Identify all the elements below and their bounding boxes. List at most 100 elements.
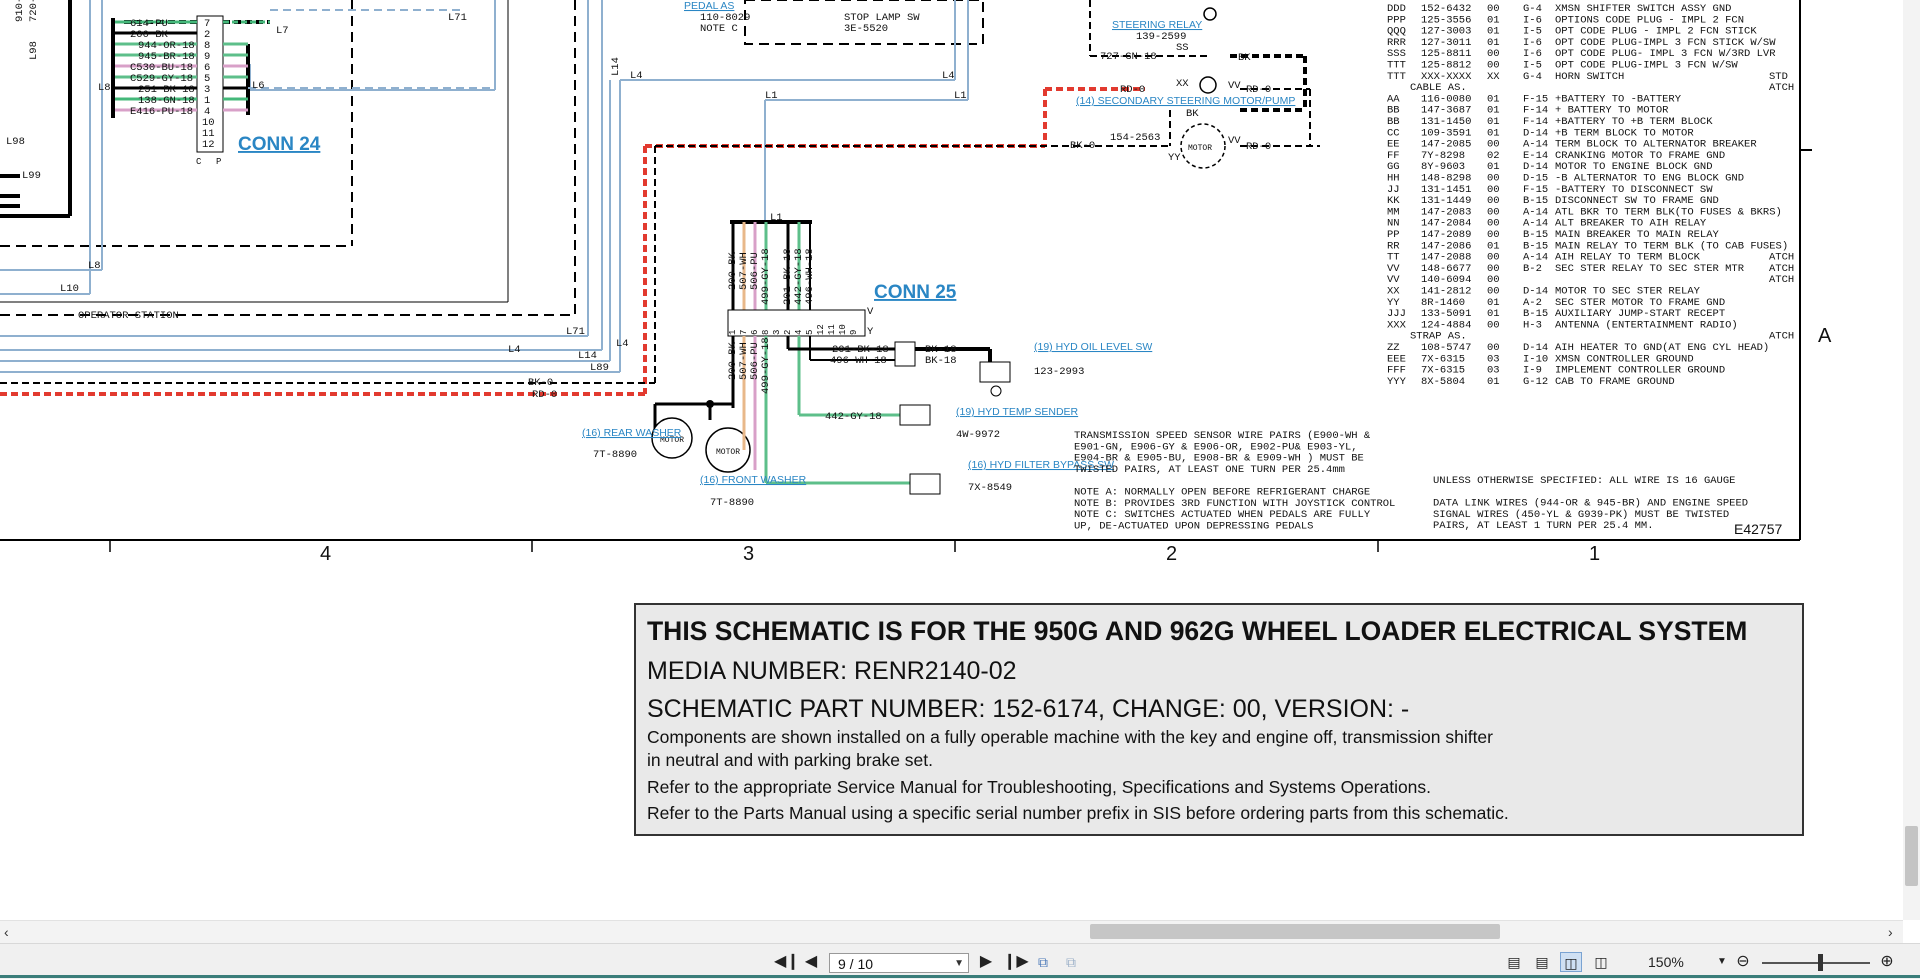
operator-station-label: OPERATOR STATION [78,310,179,322]
parts-table-cell: I-6 [1523,37,1542,49]
top-wire-label: 720- [28,0,40,22]
parts-table-cell: EE [1387,139,1400,151]
parts-table-cell: AUXILIARY JUMP-START RECEPT [1555,308,1725,320]
page-number-input[interactable]: 9 / 10 ▼ [829,953,969,973]
scroll-left-icon[interactable]: ‹ [4,925,9,939]
vertical-scrollbar-thumb[interactable] [1905,826,1918,886]
parts-table-cell: 131-1449 [1421,195,1471,207]
conn25-pin: 8 [761,330,771,335]
horizontal-scrollbar[interactable] [0,920,1903,943]
zoom-dropdown-icon[interactable]: ▼ [1716,952,1728,972]
conn25-out-wire: 442-GY-18 [825,411,882,423]
zoom-in-icon[interactable]: ⊕ [1876,952,1898,972]
line-label: L1 [770,212,783,224]
line-label: L4 [942,70,955,82]
two-page-continuous-icon[interactable]: ◫ [1590,952,1612,972]
parts-table-cell: 01 [1487,105,1500,117]
parts-table-cell: STD [1769,71,1788,83]
parts-table-cell: 108-5747 [1421,342,1471,354]
wire-label: SS [1176,42,1189,54]
parts-table-cell: 01 [1487,240,1500,252]
component-link-hyd-temp[interactable]: (19) HYD TEMP SENDER [956,406,1079,418]
zoom-slider-handle[interactable] [1818,954,1823,971]
component-link-steering-relay[interactable]: STEERING RELAY [1112,19,1202,31]
parts-table-cell: FF [1387,150,1400,162]
first-page-icon[interactable]: ◀❙ [774,952,800,972]
next-page-icon[interactable]: ▶ [977,952,995,972]
parts-table-cell: A-14 [1523,218,1548,230]
last-page-icon[interactable]: ❙▶ [1003,952,1029,972]
page-view-icon[interactable]: ⧉ [1032,952,1054,972]
conn25-pin: 9 [849,330,859,335]
page-view-alt-icon[interactable]: ⧉ [1060,952,1082,972]
component-link-hyd-oil-level[interactable]: (19) HYD OIL LEVEL SW [1034,341,1152,353]
single-page-icon[interactable]: ▤ [1504,952,1524,972]
prev-page-icon[interactable]: ◀ [802,952,820,972]
note-line: NOTE A: NORMALLY OPEN BEFORE REFRIGERANT… [1074,487,1370,499]
parts-table-cell: HH [1387,173,1400,185]
component-link-secondary-steering[interactable]: (14) SECONDARY STEERING MOTOR/PUMP [1076,95,1295,107]
parts-table-cell: SEC STER RELAY TO SEC STER MTR [1555,263,1745,275]
component-link-rear-washer[interactable]: (16) REAR WASHER [582,427,682,439]
parts-table-cell: TT [1387,252,1400,264]
parts-table-cell: MOTOR TO SEC STER RELAY [1555,286,1701,298]
parts-table-cell: I-10 [1523,353,1548,365]
parts-table-cell: FFF [1387,365,1406,377]
zoom-out-icon[interactable]: ⊖ [1732,952,1754,972]
scroll-right-icon[interactable]: › [1888,925,1893,939]
parts-table-cell: ALT BREAKER TO AIH RELAY [1555,218,1707,230]
wire-label: VV [1228,80,1241,92]
conn25-pin: 2 [783,330,793,335]
note-line: NOTE B: PROVIDES 3RD FUNCTION WITH JOYST… [1074,498,1395,510]
two-page-icon[interactable]: ◫ [1560,952,1582,972]
component-link-front-washer[interactable]: (16) FRONT WASHER [700,474,807,486]
conn25-title[interactable]: CONN 25 [874,282,957,303]
info-line: Refer to the Parts Manual using a specif… [647,803,1509,823]
component-part: 7T-8890 [710,497,754,509]
parts-table-cell: CC [1387,127,1400,139]
parts-table-cell: OPTIONS CODE PLUG - IMPL 2 FCN [1555,14,1744,26]
document-viewport[interactable]: 910- 720- L98 614-PU 200-BK 944-OR-18 94… [0,0,1903,920]
parts-table-cell: 140-6094 [1421,274,1471,286]
parts-table-cell: 01 [1487,14,1500,26]
parts-table-cell: A-2 [1523,297,1542,309]
parts-table-cell: 131-1451 [1421,184,1471,196]
parts-table-cell: G-4 [1523,71,1542,83]
component-link-pedal[interactable]: PEDAL AS [684,0,734,12]
schematic-canvas: 910- 720- L98 614-PU 200-BK 944-OR-18 94… [0,0,1832,836]
parts-table-cell: JJJ [1387,308,1406,320]
parts-table-cell: 127-3011 [1421,37,1471,49]
parts-table-cell: JJ [1387,184,1400,196]
zoom-level[interactable]: 150% [1648,952,1684,972]
parts-table-cell: SEC STER MOTOR TO FRAME GND [1555,297,1725,309]
parts-table-cell: G-12 [1523,376,1548,388]
parts-table-cell: 00 [1487,319,1500,331]
zone-number: 2 [1166,543,1177,565]
parts-table-cell: 00 [1487,218,1500,230]
parts-table-cell: ATCH [1769,263,1794,275]
parts-table-cell: 7X-6315 [1421,353,1465,365]
conn25-out-wire: 496-WH-18 [830,355,887,367]
line-label: L8 [98,82,111,94]
parts-table-cell: F-15 [1523,184,1548,196]
parts-table-cell: 147-2088 [1421,252,1471,264]
parts-table-cell: YYY [1387,376,1407,388]
wire-label: YY [1168,152,1181,164]
parts-table-cell: OPT CODE PLUG-IMPL 3 FCN W/SW [1555,60,1738,72]
vertical-scrollbar[interactable] [1903,0,1920,920]
parts-table-cell: ZZ [1387,342,1400,354]
parts-table-cell: E-14 [1523,150,1548,162]
parts-table-cell: 00 [1487,286,1500,298]
zoom-slider[interactable] [1762,962,1870,964]
parts-table-cell: 8R-1460 [1421,297,1465,309]
motor-label: MOTOR [1188,144,1212,153]
zone-number: 4 [320,543,331,565]
parts-table-cell: OPT CODE PLUG-IMPL 3 FCN STICK W/SW [1555,37,1776,49]
conn24-title[interactable]: CONN 24 [238,134,321,155]
parts-table-cell: G-4 [1523,3,1542,15]
line-label: L10 [60,283,79,295]
continuous-page-icon[interactable]: ▤ [1532,952,1552,972]
parts-table-cell: 125-8811 [1421,48,1471,60]
parts-table-cell: A-14 [1523,139,1548,151]
horizontal-scrollbar-thumb[interactable] [1090,924,1500,939]
